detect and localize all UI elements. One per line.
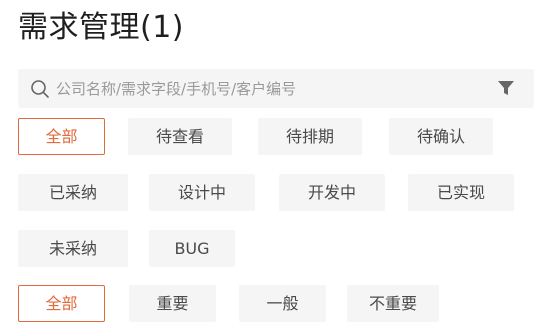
status-tag-pending-view[interactable]: 待查看 [128,118,232,155]
status-tag-all[interactable]: 全部 [18,118,105,155]
search-icon [31,80,49,98]
page-title: 需求管理(1) [18,10,184,45]
status-tag-designing[interactable]: 设计中 [149,174,255,211]
search-bar [18,69,534,108]
filter-icon[interactable] [498,81,514,96]
status-tag-bug[interactable]: BUG [149,230,235,267]
demand-management-page: 需求管理(1) 全部 待查看 待排期 待确认 已采纳 设计中 开发中 已实现 未… [0,0,554,332]
priority-tag-not-important[interactable]: 不重要 [347,285,439,322]
status-tag-pending-schedule[interactable]: 待排期 [258,118,362,155]
priority-tag-all[interactable]: 全部 [18,285,105,322]
status-tag-pending-confirm[interactable]: 待确认 [389,118,493,155]
status-tag-developing[interactable]: 开发中 [279,174,385,211]
status-tag-adopted[interactable]: 已采纳 [18,174,128,211]
search-input[interactable] [56,69,476,108]
priority-tag-important[interactable]: 重要 [129,285,216,322]
status-tag-not-adopted[interactable]: 未采纳 [18,230,128,267]
priority-tag-normal[interactable]: 一般 [239,285,326,322]
status-tag-implemented[interactable]: 已实现 [408,174,514,211]
